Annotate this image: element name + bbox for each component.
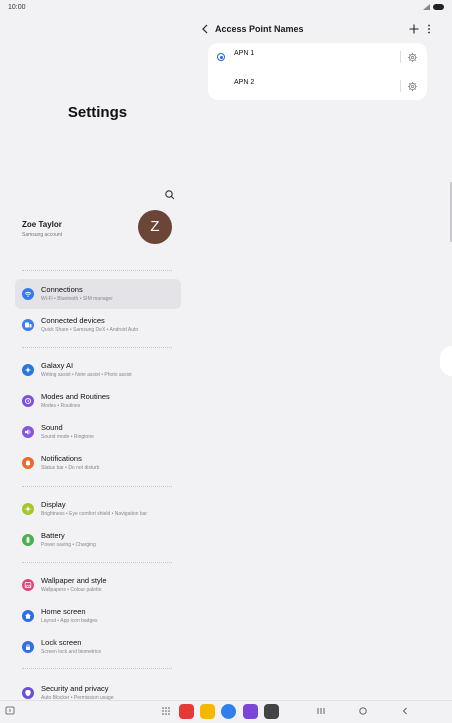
apn-row-1[interactable]: APN 1 bbox=[208, 43, 427, 71]
divider bbox=[400, 80, 401, 92]
menu-item-subtitle: Wallpapers • Colour palette bbox=[41, 587, 102, 593]
menu-item-subtitle: Screen lock and biometrics bbox=[41, 649, 102, 655]
back-button-icon[interactable] bbox=[400, 706, 410, 716]
modes-icon bbox=[22, 395, 34, 407]
dock-messages-icon[interactable] bbox=[221, 704, 236, 719]
divider bbox=[22, 486, 172, 487]
menu-item-notifications[interactable]: Notifications Status bar • Do not distur… bbox=[15, 448, 181, 478]
battery-icon bbox=[22, 534, 34, 546]
divider bbox=[22, 668, 172, 669]
wifi-icon bbox=[22, 288, 34, 300]
menu-item-sound[interactable]: Sound Sound mode • Ringtone bbox=[15, 417, 181, 447]
avatar: Z bbox=[138, 210, 172, 244]
navigation-bar bbox=[0, 700, 452, 723]
apn-label: APN 1 bbox=[234, 50, 255, 57]
edge-panel-handle[interactable] bbox=[440, 346, 452, 376]
screenshot-hint-icon[interactable] bbox=[5, 706, 15, 716]
recents-icon[interactable] bbox=[316, 706, 326, 716]
apn-header: Access Point Names bbox=[196, 20, 446, 40]
dock-app-icon[interactable] bbox=[179, 704, 194, 719]
menu-item-subtitle: Wi-Fi • Bluetooth • SIM manager bbox=[41, 296, 113, 302]
menu-item-title: Modes and Routines bbox=[41, 392, 110, 401]
devices-icon bbox=[22, 319, 34, 331]
shield-icon bbox=[22, 687, 34, 699]
divider bbox=[400, 51, 401, 63]
sound-icon bbox=[22, 426, 34, 438]
profile-subtitle: Samsung account bbox=[22, 232, 63, 238]
display-icon bbox=[22, 503, 34, 515]
divider bbox=[22, 562, 172, 563]
menu-item-subtitle: Power saving • Charging bbox=[41, 542, 96, 548]
menu-item-subtitle: Sound mode • Ringtone bbox=[41, 434, 94, 440]
apn-page-title: Access Point Names bbox=[215, 24, 304, 34]
menu-item-title: Wallpaper and style bbox=[41, 576, 107, 585]
menu-item-title: Home screen bbox=[41, 607, 86, 616]
menu-item-title: Battery bbox=[41, 531, 65, 540]
home-icon bbox=[22, 610, 34, 622]
status-icons bbox=[423, 4, 444, 10]
dock-folder-icon[interactable] bbox=[200, 704, 215, 719]
back-arrow-icon[interactable] bbox=[200, 23, 210, 35]
menu-item-home-screen[interactable]: Home screen Layout • App icon badges bbox=[15, 601, 181, 631]
menu-item-galaxy-ai[interactable]: Galaxy AI Writing assist • Note assist •… bbox=[15, 355, 181, 385]
home-button-icon[interactable] bbox=[358, 706, 368, 716]
menu-item-subtitle: Layout • App icon badges bbox=[41, 618, 98, 624]
apn-radio-selected[interactable] bbox=[217, 53, 225, 61]
profile-name: Zoe Taylor bbox=[22, 220, 62, 229]
menu-item-title: Galaxy AI bbox=[41, 361, 74, 370]
app-drawer-icon[interactable] bbox=[161, 706, 171, 716]
dock-app-icon[interactable] bbox=[243, 704, 258, 719]
bell-icon bbox=[22, 457, 34, 469]
menu-item-connected-devices[interactable]: Connected devices Quick Share • Samsung … bbox=[15, 310, 181, 340]
menu-item-title: Connected devices bbox=[41, 316, 105, 325]
apn-label: APN 2 bbox=[234, 79, 255, 86]
apn-row-2[interactable]: APN 2 bbox=[208, 72, 427, 100]
menu-item-wallpaper-and-style[interactable]: Wallpaper and style Wallpapers • Colour … bbox=[15, 570, 181, 600]
divider bbox=[22, 347, 172, 348]
menu-item-subtitle: Status bar • Do not disturb bbox=[41, 465, 100, 471]
menu-item-title: Sound bbox=[41, 423, 63, 432]
menu-item-title: Lock screen bbox=[41, 638, 82, 647]
menu-item-connections[interactable]: Connections Wi-Fi • Bluetooth • SIM mana… bbox=[15, 279, 181, 309]
more-options-icon[interactable] bbox=[426, 23, 432, 35]
gear-icon[interactable] bbox=[407, 81, 418, 92]
ai-icon bbox=[22, 364, 34, 376]
menu-item-subtitle: Brightness • Eye comfort shield • Naviga… bbox=[41, 511, 148, 517]
status-time: 10:00 bbox=[8, 4, 26, 11]
menu-item-subtitle: Modes • Routines bbox=[41, 403, 81, 409]
menu-item-title: Display bbox=[41, 500, 66, 509]
menu-item-modes-and-routines[interactable]: Modes and Routines Modes • Routines bbox=[15, 386, 181, 416]
status-bar: 10:00 bbox=[0, 0, 452, 16]
wallpaper-icon bbox=[22, 579, 34, 591]
dock-camera-icon[interactable] bbox=[264, 704, 279, 719]
signal-icon bbox=[423, 4, 430, 10]
gear-icon[interactable] bbox=[407, 52, 418, 63]
menu-item-title: Security and privacy bbox=[41, 684, 109, 693]
menu-item-title: Connections bbox=[41, 285, 83, 294]
menu-item-battery[interactable]: Battery Power saving • Charging bbox=[15, 525, 181, 555]
apn-list: APN 1 APN 2 bbox=[208, 43, 427, 100]
search-icon[interactable] bbox=[163, 188, 177, 202]
menu-item-display[interactable]: Display Brightness • Eye comfort shield … bbox=[15, 494, 181, 524]
menu-item-subtitle: Writing assist • Note assist • Photo ass… bbox=[41, 372, 132, 378]
menu-item-subtitle: Quick Share • Samsung DeX • Android Auto bbox=[41, 327, 139, 333]
battery-status-icon bbox=[433, 4, 444, 10]
add-icon[interactable] bbox=[408, 23, 420, 35]
page-title: Settings bbox=[67, 104, 128, 121]
divider bbox=[22, 270, 172, 271]
menu-item-title: Notifications bbox=[41, 454, 82, 463]
menu-item-lock-screen[interactable]: Lock screen Screen lock and biometrics bbox=[15, 632, 181, 662]
lock-icon bbox=[22, 641, 34, 653]
profile-card[interactable]: Zoe Taylor Samsung account Z bbox=[22, 210, 174, 252]
